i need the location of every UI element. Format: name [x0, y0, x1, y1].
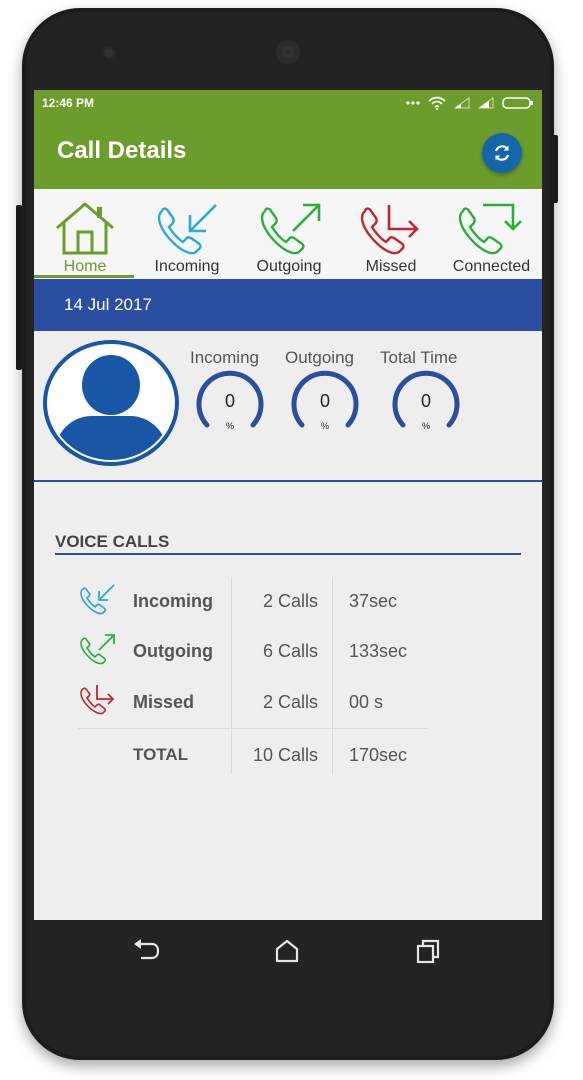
- outgoing-call-icon: [80, 634, 115, 665]
- navigation-bar: [34, 920, 542, 982]
- row-type: Incoming: [133, 591, 213, 611]
- outgoing-call-icon: [260, 203, 321, 255]
- battery-icon: [502, 97, 533, 109]
- screen: 12:46 PM Call Details Home Incoming Outg…: [34, 90, 542, 920]
- gauge-value-total-time: 0: [420, 391, 431, 411]
- volume-button: [552, 135, 558, 203]
- recents-icon[interactable]: [414, 938, 442, 964]
- power-button: [16, 205, 22, 370]
- gauge-label-total-time: Total Time: [380, 348, 458, 367]
- tab-selected-indicator: [34, 275, 134, 278]
- incoming-call-icon: [80, 584, 115, 615]
- tab-missed[interactable]: Missed: [341, 189, 441, 279]
- total-calls: 10 Calls: [252, 745, 318, 765]
- wifi-icon: [428, 96, 446, 110]
- tab-label: Connected: [452, 258, 531, 275]
- home-nav-icon[interactable]: [273, 938, 301, 964]
- column-divider: [332, 577, 333, 774]
- tab-home[interactable]: Home: [34, 189, 136, 279]
- gauge-value-outgoing: 0: [319, 391, 330, 411]
- row-type: Missed: [133, 692, 195, 712]
- row-calls: 2 Calls: [262, 692, 318, 712]
- total-divider: [78, 728, 428, 729]
- total-duration: 170sec: [349, 745, 408, 765]
- back-icon[interactable]: [132, 938, 160, 964]
- status-bar: 12:46 PM: [34, 90, 542, 115]
- earpiece-speaker: [276, 40, 300, 64]
- gauge-unit-total-time: %: [421, 421, 430, 431]
- gauge-unit-incoming: %: [225, 421, 234, 431]
- home-icon: [56, 202, 114, 255]
- signal-icon: [454, 97, 470, 109]
- tab-incoming[interactable]: Incoming: [137, 189, 237, 279]
- row-duration: 00 s: [349, 692, 384, 712]
- tab-bar: Home Incoming Outgoing Missed Connected: [34, 189, 542, 279]
- column-divider: [231, 577, 232, 774]
- app-bar: Call Details: [34, 115, 542, 189]
- tab-label: Incoming: [154, 258, 220, 275]
- refresh-button[interactable]: [482, 133, 522, 173]
- tab-label: Home: [63, 258, 107, 275]
- gauge-label-incoming: Incoming: [190, 348, 259, 367]
- more-dots-icon: [406, 101, 420, 105]
- tab-outgoing[interactable]: Outgoing: [237, 189, 341, 279]
- gauge-unit-outgoing: %: [320, 421, 329, 431]
- gauge-label-outgoing: Outgoing: [285, 348, 354, 367]
- missed-call-icon: [360, 205, 419, 255]
- signal-icon: [478, 97, 494, 109]
- status-icons: [406, 95, 534, 111]
- refresh-icon: [494, 145, 510, 161]
- gauge-value-incoming: 0: [224, 391, 235, 411]
- connected-call-icon: [458, 203, 522, 255]
- row-duration: 37sec: [349, 591, 398, 611]
- status-time: 12:46 PM: [42, 96, 95, 110]
- avatar: [43, 340, 179, 466]
- tab-label: Outgoing: [256, 258, 322, 275]
- date-bar: 14 Jul 2017: [34, 279, 542, 331]
- row-type: Outgoing: [133, 641, 213, 661]
- heading-underline: [55, 553, 521, 555]
- section-divider: [34, 480, 542, 482]
- voice-calls-heading: VOICE CALLS: [55, 532, 170, 551]
- tab-connected[interactable]: Connected: [441, 189, 542, 279]
- page-title: Call Details: [57, 137, 187, 164]
- front-camera: [103, 47, 115, 59]
- date-label: 14 Jul 2017: [64, 295, 152, 314]
- row-calls: 2 Calls: [262, 591, 318, 611]
- total-label: TOTAL: [133, 745, 189, 764]
- row-calls: 6 Calls: [262, 641, 318, 661]
- tab-label: Missed: [365, 258, 417, 275]
- incoming-call-icon: [157, 204, 217, 255]
- missed-call-icon: [80, 685, 115, 715]
- row-duration: 133sec: [349, 641, 408, 661]
